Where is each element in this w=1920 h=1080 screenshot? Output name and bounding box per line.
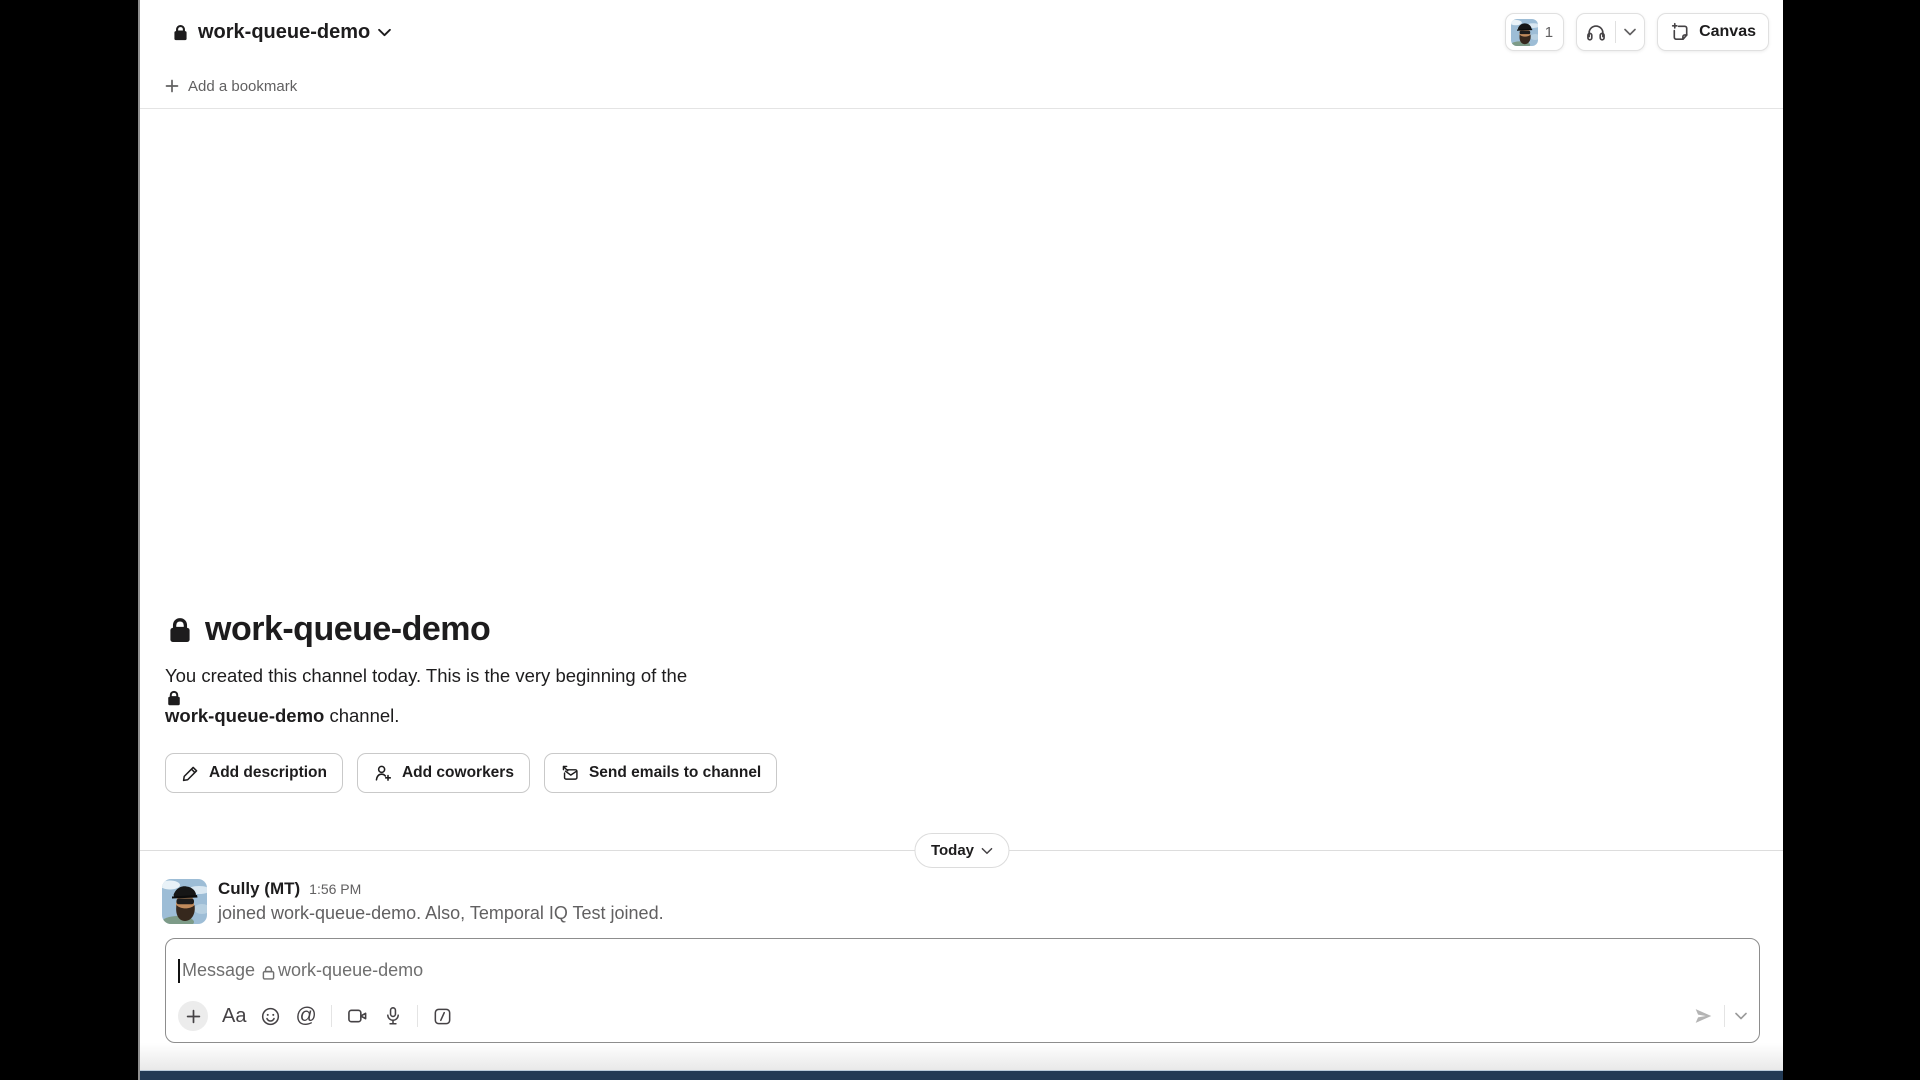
add-coworkers-label: Add coworkers — [402, 764, 514, 782]
send-emails-label: Send emails to channel — [589, 764, 761, 782]
intro-heading-text: work-queue-demo — [205, 610, 490, 649]
huddle-divider — [1615, 21, 1616, 43]
lock-icon — [165, 689, 183, 707]
send-button[interactable] — [1692, 1005, 1714, 1027]
toolbar-divider — [331, 1005, 332, 1027]
emoji-button[interactable] — [260, 1006, 281, 1027]
message-timestamp[interactable]: 1:56 PM — [309, 881, 361, 897]
add-description-label: Add description — [209, 764, 327, 782]
huddle-chevron-down-icon[interactable] — [1624, 28, 1636, 36]
slack-channel-view: work-queue-demo 1 — [138, 0, 1783, 1080]
bookmarks-bar: Add a bookmark — [140, 64, 1783, 109]
channel-title-button[interactable]: work-queue-demo — [165, 17, 397, 48]
send-group — [1692, 1005, 1747, 1027]
intro-actions: Add description Add coworkers — [165, 753, 1758, 793]
video-button[interactable] — [346, 1006, 369, 1026]
headphones-icon — [1585, 21, 1607, 43]
send-options-chevron-icon[interactable] — [1735, 1012, 1747, 1020]
intro-line-prefix: You created this channel today. This is … — [165, 665, 687, 686]
send-emails-button[interactable]: Send emails to channel — [544, 753, 777, 793]
message-composer: Message work-queue-demo Aa @ — [165, 938, 1760, 1043]
huddle-button[interactable] — [1576, 13, 1645, 51]
bottom-navy-bar — [140, 1070, 1783, 1080]
avatar[interactable] — [162, 879, 207, 924]
audio-clip-button[interactable] — [383, 1005, 403, 1027]
composer-toolbar: Aa @ — [166, 996, 1759, 1042]
send-divider — [1724, 1005, 1725, 1027]
mention-button[interactable]: @ — [295, 1004, 316, 1028]
shortcuts-button[interactable] — [432, 1006, 453, 1027]
intro-heading: work-queue-demo — [165, 610, 1758, 649]
add-coworkers-button[interactable]: Add coworkers — [357, 753, 530, 793]
plus-icon — [165, 79, 179, 93]
add-bookmark-button[interactable]: Add a bookmark — [165, 78, 297, 95]
chevron-down-icon — [981, 847, 992, 855]
formatting-button[interactable]: Aa — [222, 1005, 246, 1028]
add-bookmark-label: Add a bookmark — [188, 78, 297, 95]
lock-icon — [171, 23, 190, 42]
intro-line-channel: work-queue-demo — [165, 705, 324, 726]
message-row[interactable]: Cully (MT) 1:56 PM joined work-queue-dem… — [140, 869, 1783, 938]
composer-placeholder-prefix: Message — [182, 960, 255, 981]
date-pill-label: Today — [931, 842, 974, 859]
canvas-label: Canvas — [1699, 23, 1756, 41]
member-avatar — [1511, 19, 1538, 46]
message-body: joined work-queue-demo. Also, Temporal I… — [218, 903, 664, 924]
email-icon — [560, 763, 580, 783]
composer-placeholder-channel: work-queue-demo — [278, 960, 423, 981]
lock-icon — [165, 615, 195, 645]
add-description-button[interactable]: Add description — [165, 753, 343, 793]
date-pill-button[interactable]: Today — [914, 833, 1009, 868]
header-actions: 1 — [1505, 13, 1769, 51]
message-pane: work-queue-demo You created this channel… — [140, 109, 1783, 938]
members-button[interactable]: 1 — [1505, 13, 1564, 51]
message-content: Cully (MT) 1:56 PM joined work-queue-dem… — [218, 879, 664, 924]
attach-plus-button[interactable] — [178, 1001, 208, 1031]
text-caret — [178, 959, 180, 983]
toolbar-divider — [417, 1005, 418, 1027]
channel-header: work-queue-demo 1 — [140, 0, 1783, 64]
window-bottom-strip — [140, 1043, 1783, 1070]
lock-outline-icon — [260, 964, 277, 981]
date-divider: Today — [140, 833, 1783, 869]
canvas-icon — [1670, 22, 1691, 43]
intro-line-suffix: channel. — [324, 705, 399, 726]
message-input[interactable]: Message work-queue-demo — [166, 939, 1759, 996]
canvas-button[interactable]: Canvas — [1657, 13, 1769, 51]
intro-description: You created this channel today. This is … — [165, 665, 1758, 727]
chevron-down-icon — [378, 28, 391, 37]
channel-intro: work-queue-demo You created this channel… — [140, 610, 1783, 793]
person-add-icon — [373, 763, 393, 783]
message-author[interactable]: Cully (MT) — [218, 879, 300, 899]
composer-wrap: Message work-queue-demo Aa @ — [140, 938, 1783, 1043]
channel-title: work-queue-demo — [198, 21, 370, 44]
pencil-icon — [181, 764, 200, 783]
member-count: 1 — [1545, 24, 1553, 41]
message-header: Cully (MT) 1:56 PM — [218, 879, 664, 899]
